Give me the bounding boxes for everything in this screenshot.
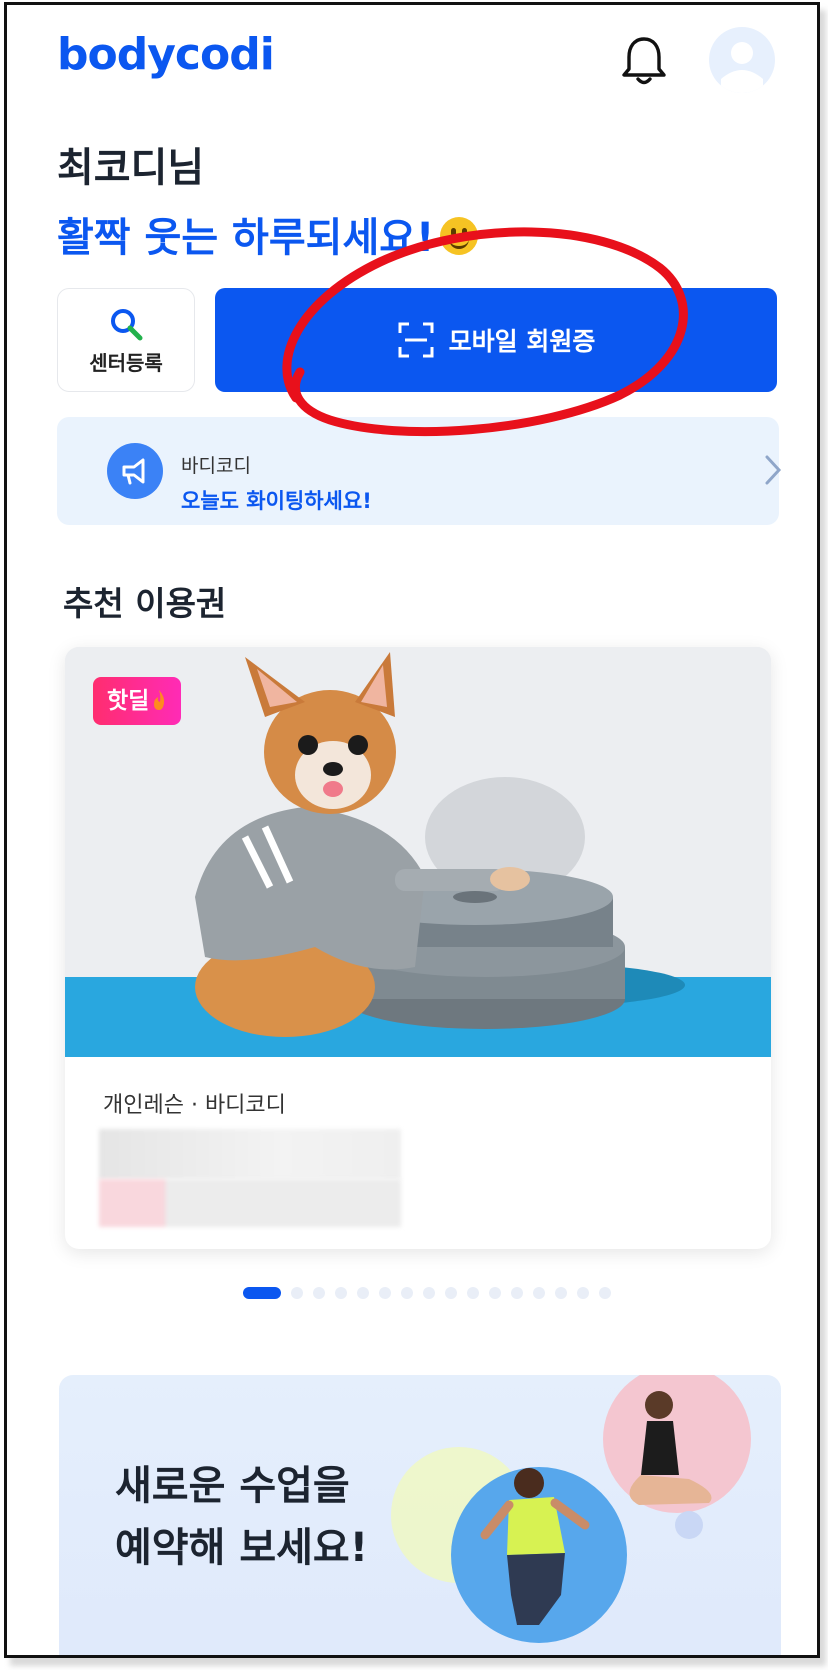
blurred-product-price (99, 1179, 401, 1227)
pagination-dot[interactable] (511, 1287, 523, 1299)
center-register-button[interactable]: 센터등록 (57, 288, 195, 392)
pagination-dot[interactable] (379, 1287, 391, 1299)
pagination-dot[interactable] (357, 1287, 369, 1299)
pagination-dot[interactable] (401, 1287, 413, 1299)
pagination-dot[interactable] (291, 1287, 303, 1299)
recommended-product-card[interactable]: 핫딜 개인레슨 · 바디코디 (65, 647, 771, 1249)
megaphone-icon (107, 443, 163, 499)
pagination-dot[interactable] (555, 1287, 567, 1299)
pagination-dot[interactable] (423, 1287, 435, 1299)
pagination-dot[interactable] (445, 1287, 457, 1299)
promo-line-2: 예약해 보세요! (115, 1525, 368, 1571)
carousel-pagination (243, 1287, 611, 1299)
promo-line-1: 새로운 수업을 (115, 1463, 350, 1509)
greeting-message: 활짝 웃는 하루되세요! (57, 205, 479, 263)
notice-text: 오늘도 화이팅하세요! (181, 489, 372, 513)
hot-deal-badge: 핫딜 (93, 677, 182, 725)
pagination-dot[interactable] (599, 1287, 611, 1299)
pagination-dot[interactable] (335, 1287, 347, 1299)
product-category: 개인레슨 · 바디코디 (103, 1093, 286, 1118)
phone-screen: bodycodi 최코디님 활짝 웃는 하루되세요! 센터등록 모바일 회원증 (4, 2, 820, 1658)
smile-emoji-icon (440, 217, 479, 255)
notice-banner[interactable]: 바디코디 오늘도 화이팅하세요! (57, 417, 782, 525)
bodycodi-logo[interactable]: bodycodi (57, 29, 275, 80)
greeting-name: 최코디님 (57, 145, 205, 191)
greeting-message-text: 활짝 웃는 하루되세요! (57, 215, 435, 261)
search-icon (111, 309, 143, 341)
blurred-product-title (99, 1129, 401, 1179)
pagination-dot[interactable] (313, 1287, 325, 1299)
notice-sender: 바디코디 (181, 455, 251, 477)
bell-icon[interactable] (619, 33, 669, 89)
mobile-membership-card-button[interactable]: 모바일 회원증 (215, 288, 777, 392)
hot-deal-badge-label: 핫딜 (107, 688, 150, 714)
mobile-membership-card-label: 모바일 회원증 (448, 327, 596, 356)
flame-icon (154, 690, 165, 710)
pagination-dot[interactable] (577, 1287, 589, 1299)
pagination-dot[interactable] (533, 1287, 545, 1299)
class-booking-promo-banner[interactable]: 새로운 수업을 예약해 보세요! (59, 1375, 781, 1655)
promo-fitness-illustration (391, 1375, 751, 1643)
pagination-dot[interactable] (243, 1287, 281, 1299)
center-register-label: 센터등록 (89, 351, 163, 375)
chevron-right-icon (765, 455, 782, 485)
scan-icon (398, 322, 434, 358)
avatar-icon[interactable] (709, 27, 775, 93)
pagination-dot[interactable] (467, 1287, 479, 1299)
pagination-dot[interactable] (489, 1287, 501, 1299)
section-title-recommended: 추천 이용권 (63, 584, 227, 623)
